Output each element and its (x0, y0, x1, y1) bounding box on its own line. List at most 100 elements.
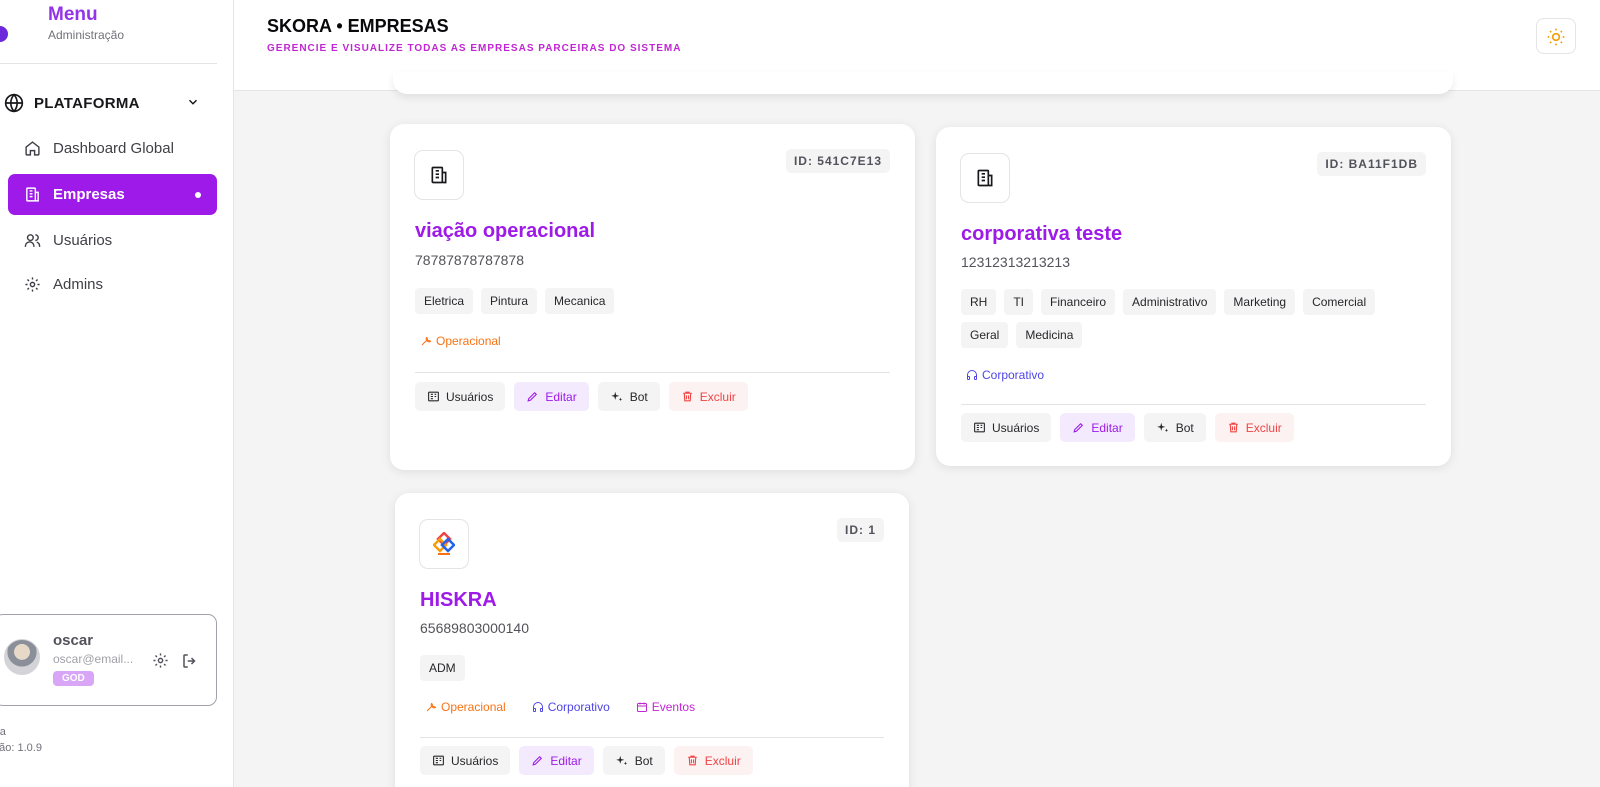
users-button[interactable]: Usuários (415, 382, 506, 411)
building-icon (974, 422, 985, 433)
scrolled-card-edge (393, 72, 1453, 94)
edit-button[interactable]: Editar (519, 746, 594, 775)
module-corporativo: Corporativo (966, 368, 1044, 382)
logout-icon[interactable] (181, 652, 199, 670)
users-button[interactable]: Usuários (420, 746, 511, 775)
user-role-badge: GOD (53, 671, 94, 686)
department-tag: Administrativo (1123, 289, 1217, 315)
trash-icon (682, 391, 692, 402)
version-app-name: ora (0, 726, 6, 738)
department-tag: ADM (420, 655, 465, 681)
company-name: viação operacional (415, 220, 596, 242)
company-cnpj: 78787878787878 (415, 252, 525, 268)
building-icon (428, 391, 439, 402)
module-label: Operacional (441, 700, 506, 714)
button-label: Excluir (704, 753, 741, 768)
department-tags: Eletrica Pintura Mecanica (415, 288, 615, 314)
module-list: Operacional Corporativo Eventos (425, 700, 695, 714)
sidebar-brand: Menu Administração (0, 2, 217, 64)
page-subtitle: GERENCIE E VISUALIZE TODAS AS EMPRESAS P… (267, 43, 682, 54)
sidebar: Menu Administração PLATAFORMA Dashboard … (0, 0, 234, 787)
divider (415, 372, 890, 373)
button-label: Bot (634, 753, 653, 768)
edit-button[interactable]: Editar (514, 382, 589, 411)
chevron-down-icon (188, 99, 198, 105)
department-tag: RH (961, 289, 997, 315)
card-actions: Usuários Editar Bot Excluir (415, 382, 748, 411)
department-tags: ADM (420, 655, 465, 681)
gear-icon (25, 277, 40, 292)
nav-group-plataforma[interactable]: PLATAFORMA (4, 92, 204, 114)
button-label: Excluir (699, 389, 736, 404)
user-email: oscar@email... (53, 652, 134, 666)
building-icon (433, 755, 444, 766)
module-eventos: Eventos (636, 700, 695, 714)
app-version: ora rsão: 1.0.9 (0, 724, 42, 756)
theme-toggle-button[interactable] (1536, 18, 1576, 54)
company-cnpj: 12312313213213 (961, 254, 1071, 270)
company-id-badge: ID: 541C7E13 (785, 149, 890, 173)
company-avatar (960, 153, 1010, 203)
department-tag: Medicina (1016, 322, 1083, 348)
button-label: Editar (550, 753, 582, 768)
sidebar-item-admins[interactable]: Admins (8, 264, 217, 305)
trash-icon (1228, 422, 1238, 433)
button-label: Bot (629, 389, 648, 404)
app-logo-icon (0, 26, 8, 42)
sidebar-item-label: Empresas (53, 186, 125, 203)
sidebar-item-label: Admins (53, 276, 104, 293)
settings-gear-icon[interactable] (152, 652, 169, 669)
sparkles-icon (615, 755, 627, 765)
department-tag: Mecanica (545, 288, 615, 314)
delete-button[interactable]: Excluir (673, 746, 753, 775)
wrench-icon (426, 702, 437, 712)
company-name: corporativa teste (961, 223, 1123, 245)
user-profile-card: oscar oscar@email... GOD (0, 614, 217, 706)
nav-group-label: PLATAFORMA (34, 94, 140, 112)
sidebar-item-usuarios[interactable]: Usuários (8, 220, 217, 261)
module-label: Corporativo (982, 368, 1045, 382)
active-indicator-dot (195, 192, 201, 198)
pencil-icon (532, 755, 543, 766)
sidebar-item-empresas[interactable]: Empresas (8, 174, 217, 215)
bot-button[interactable]: Bot (1143, 413, 1206, 442)
button-label: Editar (1091, 420, 1123, 435)
department-tag: Comercial (1303, 289, 1376, 315)
company-avatar (419, 519, 469, 569)
users-button[interactable]: Usuários (961, 413, 1052, 442)
bot-button[interactable]: Bot (597, 382, 660, 411)
company-id-badge: ID: 1 (836, 518, 884, 542)
department-tags: RH TI Financeiro Administrativo Marketin… (961, 289, 1421, 348)
headphones-icon (967, 370, 977, 380)
delete-button[interactable]: Excluir (668, 382, 748, 411)
button-label: Editar (545, 389, 577, 404)
sidebar-item-dashboard[interactable]: Dashboard Global (8, 128, 217, 169)
trash-icon (687, 755, 697, 766)
edit-button[interactable]: Editar (1060, 413, 1135, 442)
module-list: Operacional (420, 334, 501, 348)
headphones-icon (532, 702, 543, 712)
company-logo (433, 532, 455, 555)
globe-icon (4, 93, 24, 113)
users-icon (24, 234, 41, 247)
module-label: Corporativo (547, 700, 610, 714)
button-label: Excluir (1245, 420, 1282, 435)
version-number: rsão: 1.0.9 (0, 742, 42, 754)
company-cnpj: 65689803000140 (420, 620, 530, 636)
department-tag: Financeiro (1041, 289, 1116, 315)
sidebar-item-label: Usuários (53, 232, 113, 249)
delete-button[interactable]: Excluir (1214, 413, 1294, 442)
building-icon (977, 169, 993, 187)
department-tag: Marketing (1224, 289, 1296, 315)
bot-button[interactable]: Bot (602, 746, 665, 775)
module-list: Corporativo (966, 368, 1044, 382)
card-actions: Usuários Editar Bot Excluir (420, 746, 753, 775)
sparkles-icon (1156, 422, 1168, 432)
company-card: ID: 541C7E13 viação operacional 78787878… (390, 124, 915, 470)
divider (961, 404, 1426, 405)
module-label: Eventos (651, 700, 696, 714)
sidebar-title: Menu (48, 4, 98, 25)
sun-icon (1547, 28, 1565, 46)
sparkles-icon (610, 391, 622, 401)
calendar-icon (636, 702, 647, 712)
